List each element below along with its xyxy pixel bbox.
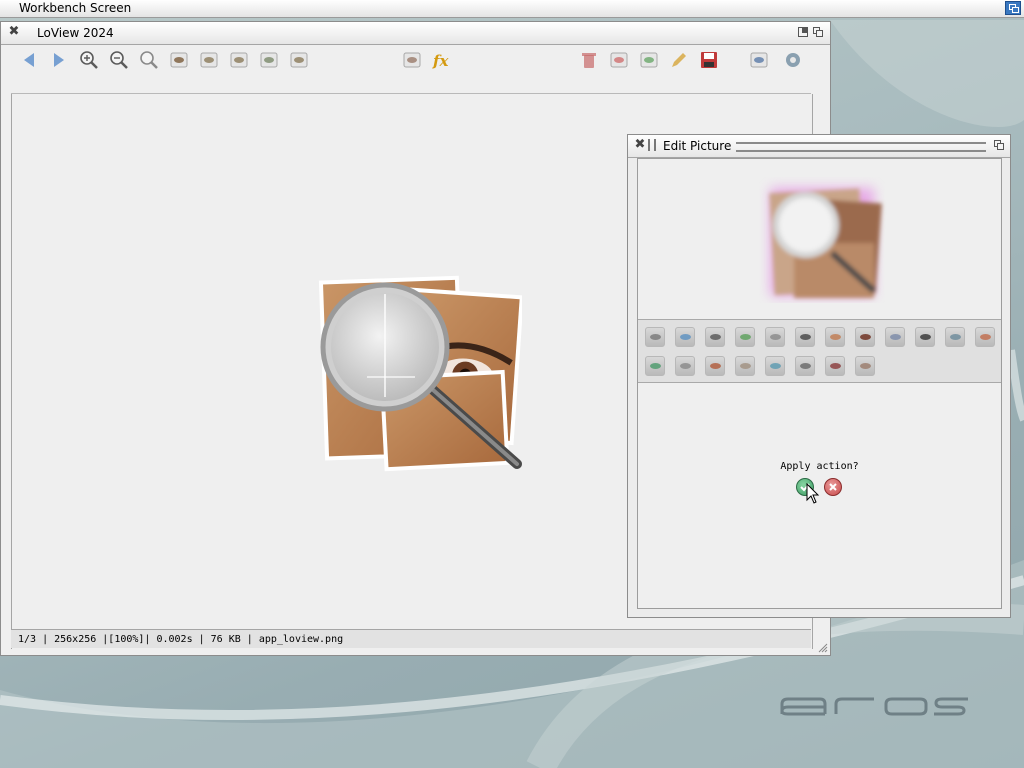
rotate-left-icon — [200, 52, 218, 68]
cancel-button[interactable] — [824, 478, 842, 496]
effect-grayscale-button[interactable] — [645, 327, 665, 347]
zoom-gadget-icon[interactable] — [798, 27, 808, 37]
effect-cut-button[interactable] — [705, 327, 725, 347]
zoom-reset-button[interactable] — [137, 48, 161, 72]
forward-arrow-icon — [54, 53, 64, 67]
svg-text:fx: fx — [432, 52, 449, 70]
back-arrow-button[interactable] — [17, 48, 41, 72]
undo-icon — [610, 52, 628, 68]
trash-icon — [582, 53, 596, 68]
effect-preview — [638, 159, 1001, 320]
close-icon[interactable]: ✖ — [633, 138, 647, 152]
redo-icon — [640, 52, 658, 68]
cancel-x-icon — [829, 483, 837, 491]
title-drag-bar[interactable] — [736, 142, 986, 152]
screen-title: Workbench Screen — [19, 1, 132, 15]
fx-button[interactable]: fx — [430, 48, 454, 72]
back-arrow-icon — [24, 53, 34, 67]
effect-crop-button[interactable] — [735, 327, 755, 347]
effect-cool-button[interactable] — [885, 327, 905, 347]
slideshow-icon — [403, 52, 421, 68]
effect-desaturate-button[interactable] — [735, 356, 755, 376]
fit-image-icon — [170, 52, 188, 68]
edit-pencil-icon — [672, 53, 686, 67]
aros-logo — [780, 697, 968, 716]
redo-button[interactable] — [637, 48, 661, 72]
settings-icon — [786, 53, 800, 67]
effects-grid — [638, 320, 1001, 383]
depth-gadget-icon[interactable] — [813, 27, 823, 37]
effect-gray-eye-button[interactable] — [675, 356, 695, 376]
effect-cyan-button[interactable] — [765, 356, 785, 376]
effect-waves-button[interactable] — [855, 356, 875, 376]
flip-button[interactable] — [257, 48, 281, 72]
screen-title-bar: Workbench Screen — [0, 0, 1024, 18]
effect-pixelate-button[interactable] — [795, 327, 815, 347]
effect-brighten-button[interactable] — [825, 356, 845, 376]
zoom-reset-icon — [140, 51, 158, 69]
apply-action-prompt: Apply action? — [780, 461, 859, 472]
effect-sepia-button[interactable] — [675, 327, 695, 347]
effect-tint-button[interactable] — [945, 327, 965, 347]
effect-red-eye-button[interactable] — [705, 356, 725, 376]
edit-title-bar[interactable]: ✖ Edit Picture — [628, 135, 1010, 158]
flip-icon — [260, 52, 278, 68]
window-title: LoView 2024 — [37, 26, 114, 40]
rotate-left-button[interactable] — [197, 48, 221, 72]
effect-stripes-button[interactable] — [795, 356, 815, 376]
zoom-out-icon — [110, 51, 128, 69]
save-disk-button[interactable] — [697, 48, 721, 72]
mirror-button[interactable] — [287, 48, 311, 72]
effect-swirl-button[interactable] — [975, 327, 995, 347]
screen-depth-gadget[interactable] — [1005, 1, 1021, 15]
fit-image-button[interactable] — [167, 48, 191, 72]
mouse-pointer-icon — [806, 483, 820, 504]
loview-title-bar[interactable]: ✖ LoView 2024 — [1, 22, 830, 45]
edit-panel: Apply action? — [637, 158, 1002, 609]
edit-picture-window: ✖ Edit Picture Apply action? — [627, 134, 1011, 618]
rotate-right-icon — [230, 52, 248, 68]
trash-button[interactable] — [577, 48, 601, 72]
clipboard-button[interactable] — [747, 48, 771, 72]
slideshow-button[interactable] — [400, 48, 424, 72]
depth-gadget-icon[interactable] — [994, 140, 1004, 150]
fx-icon: fx — [432, 52, 449, 70]
rotate-right-button[interactable] — [227, 48, 251, 72]
resize-grip-icon[interactable] — [818, 643, 828, 653]
zoom-in-button[interactable] — [77, 48, 101, 72]
mirror-icon — [290, 52, 308, 68]
undo-button[interactable] — [607, 48, 631, 72]
drag-handle-icon[interactable] — [648, 139, 656, 151]
loview-app-image — [318, 275, 522, 472]
preview-image — [769, 188, 882, 298]
edit-pencil-button[interactable] — [667, 48, 691, 72]
effect-noise-button[interactable] — [765, 327, 785, 347]
status-bar: 1/3 | 256x256 |[100%]| 0.002s | 76 KB | … — [11, 629, 811, 648]
toolbar: fx — [11, 46, 811, 94]
effect-green-button[interactable] — [645, 356, 665, 376]
window-title: Edit Picture — [663, 139, 732, 153]
forward-arrow-button[interactable] — [47, 48, 71, 72]
settings-button[interactable] — [781, 48, 805, 72]
effect-contrast-button[interactable] — [915, 327, 935, 347]
close-icon[interactable]: ✖ — [7, 25, 21, 39]
zoom-in-icon — [80, 51, 98, 69]
zoom-out-button[interactable] — [107, 48, 131, 72]
effect-warm-button[interactable] — [825, 327, 845, 347]
clipboard-icon — [750, 52, 768, 68]
effect-dark-button[interactable] — [855, 327, 875, 347]
save-disk-icon — [701, 52, 717, 68]
